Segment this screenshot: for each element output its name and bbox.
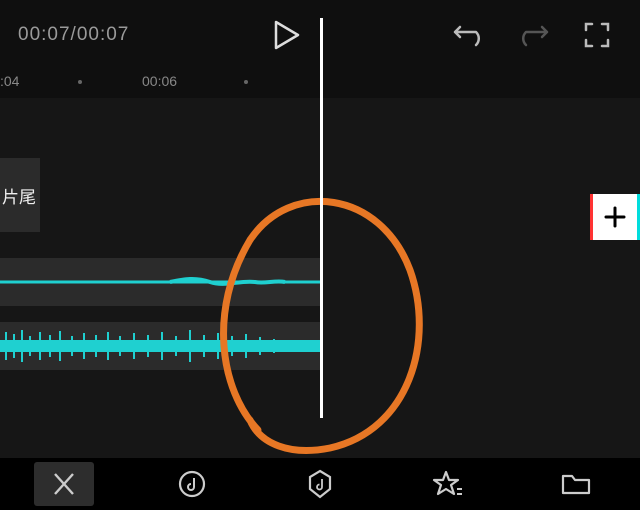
bottom-toolbar [0,458,640,510]
playhead[interactable] [320,18,323,418]
folder-icon [560,470,592,498]
favorite-tab[interactable] [418,462,478,506]
music-tab[interactable] [162,462,222,506]
plus-icon [602,204,628,230]
audio-clip-1[interactable] [0,258,320,306]
playback-time: 00:07/00:07 [18,24,129,46]
redo-button[interactable] [508,10,558,60]
video-clip-end[interactable]: 片尾 [0,158,40,232]
undo-button[interactable] [444,10,494,60]
play-button[interactable] [262,10,312,60]
ruler-dot [78,80,82,84]
favorite-icon [432,469,464,499]
fullscreen-icon [583,21,611,49]
ruler-label: 00:06 [142,73,177,89]
waveform-1 [0,258,320,306]
audio-clip-2[interactable] [0,322,320,370]
fullscreen-button[interactable] [572,10,622,60]
folder-tab[interactable] [546,462,606,506]
redo-icon [516,21,550,49]
ruler-label: :04 [0,73,19,89]
cut-tab[interactable] [34,462,94,506]
waveform-2 [0,322,320,370]
undo-icon [452,21,486,49]
ruler-dot [244,80,248,84]
sound-fx-icon [305,468,335,500]
play-icon [274,20,300,50]
add-clip-button[interactable] [590,194,640,240]
music-icon [177,469,207,499]
cut-icon [49,470,79,498]
sound-fx-tab[interactable] [290,462,350,506]
video-clip-label: 片尾 [2,183,36,208]
